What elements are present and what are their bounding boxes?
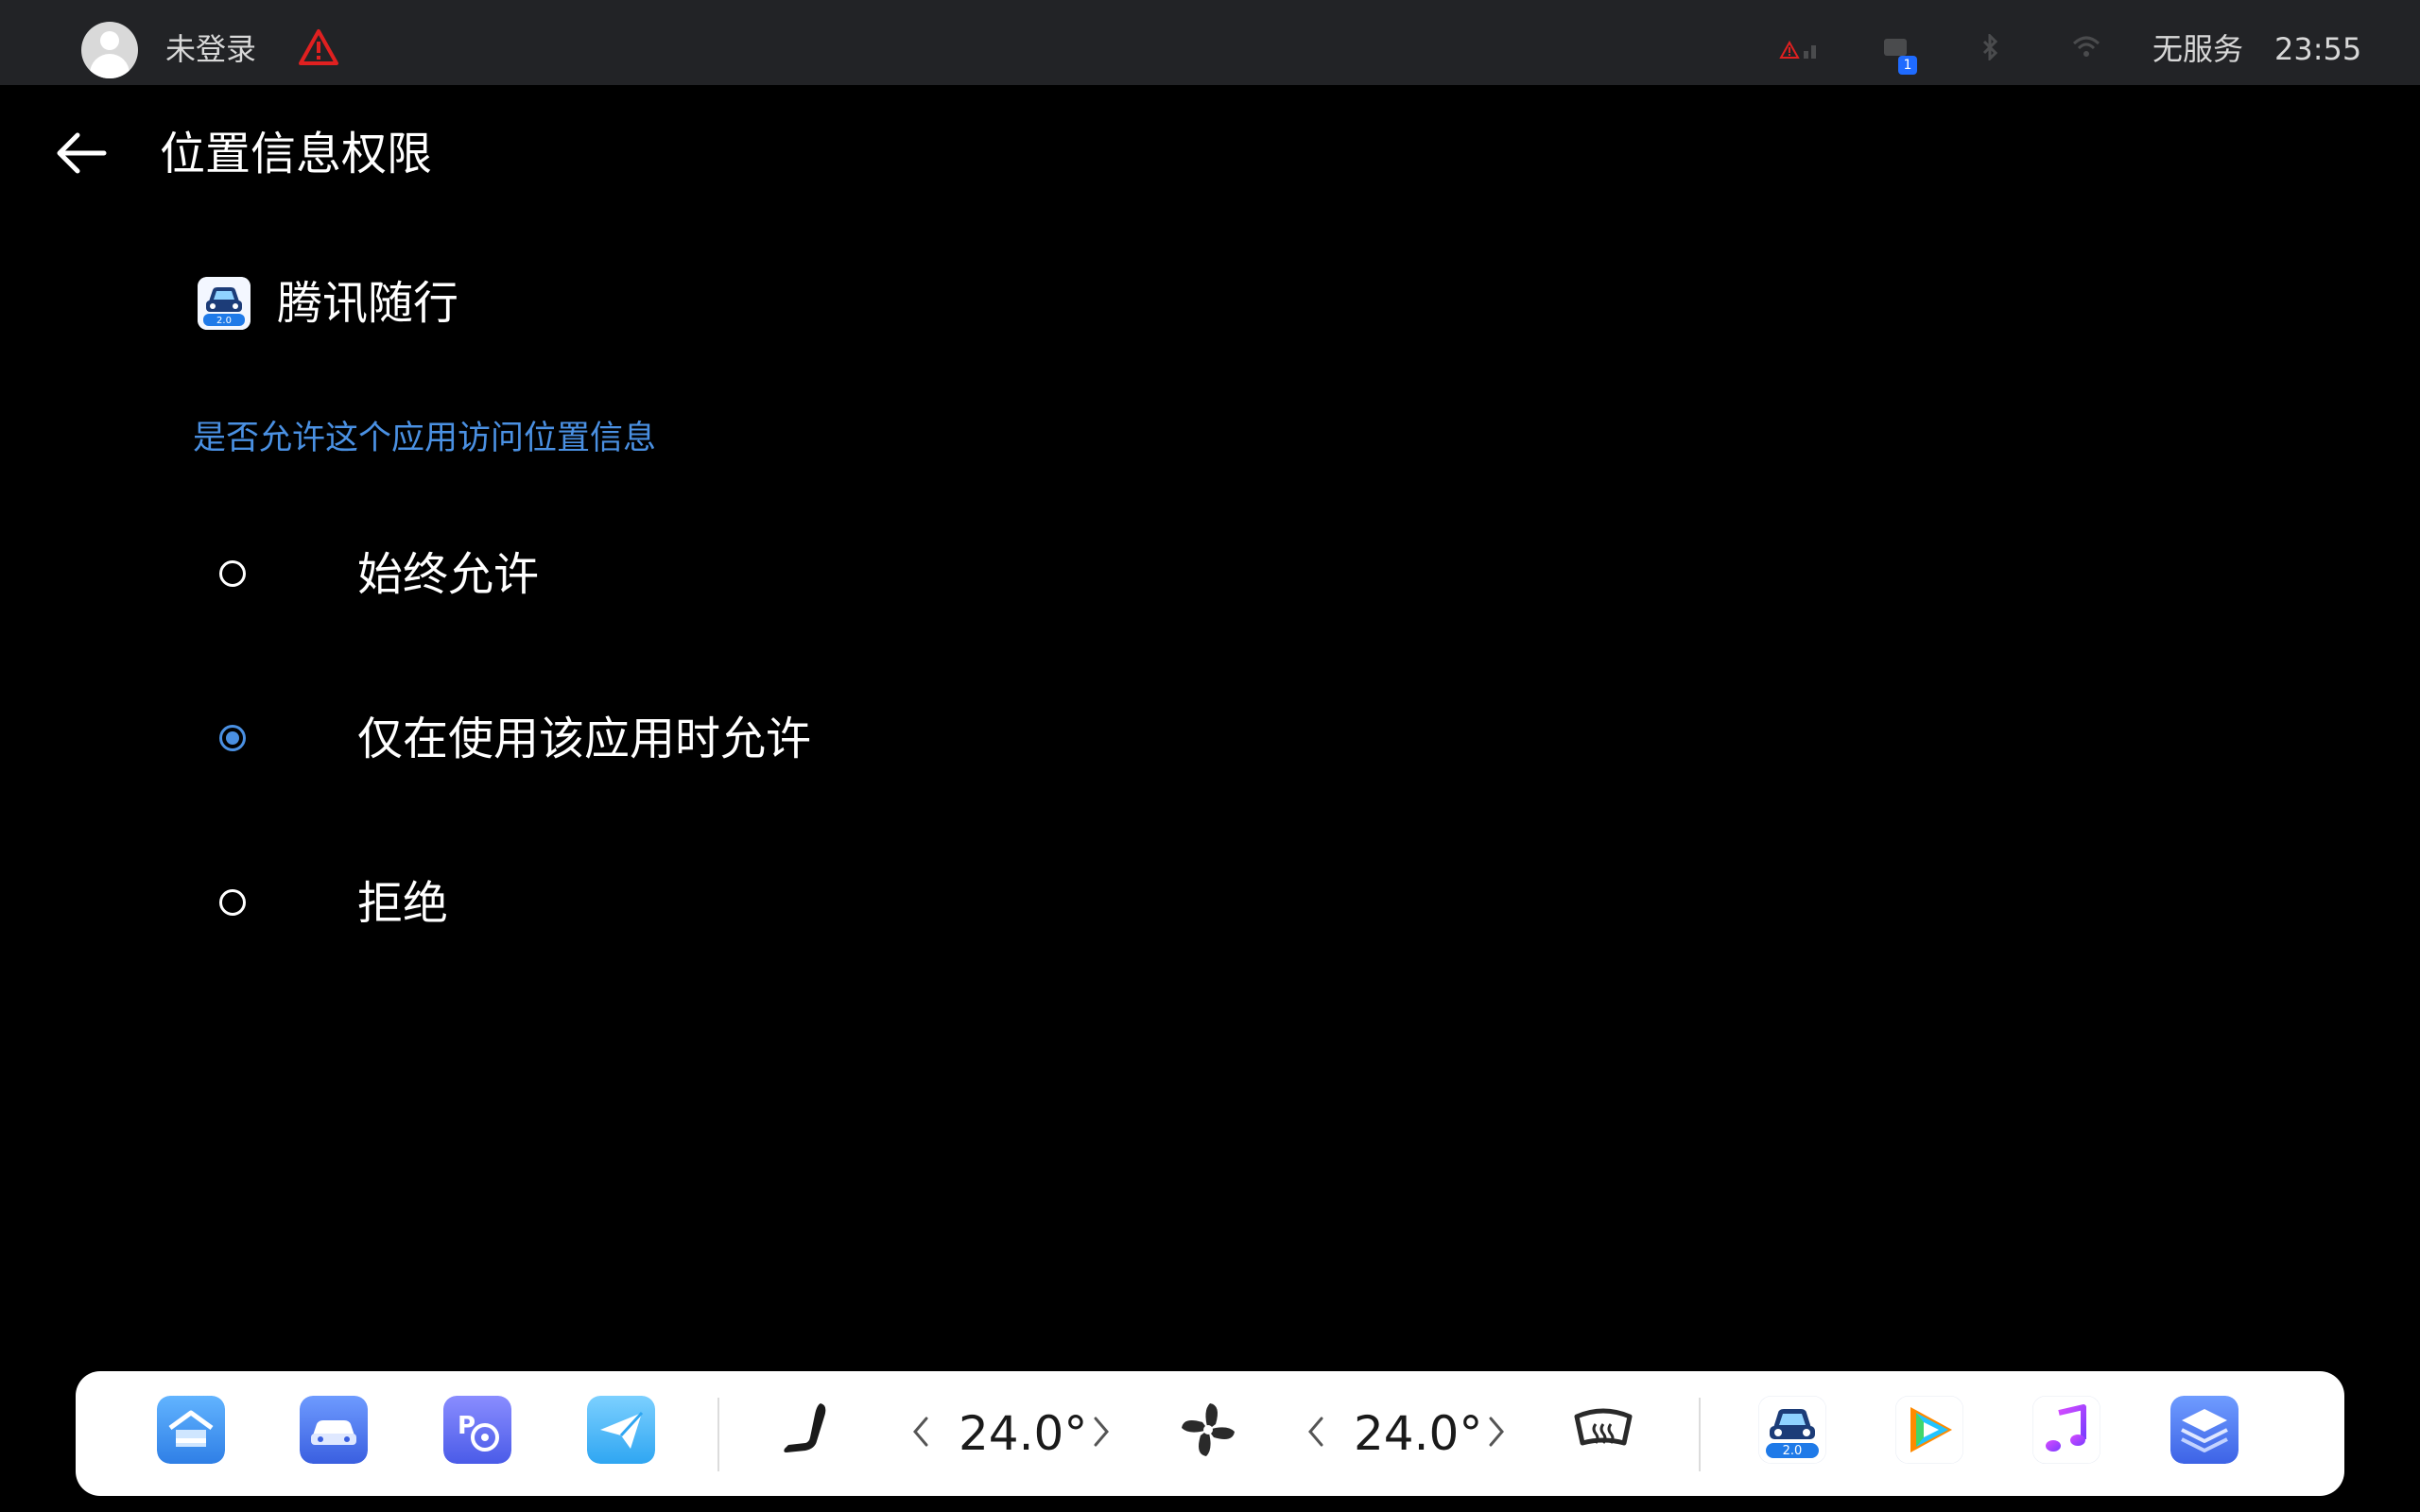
warning-icon[interactable] xyxy=(298,28,339,66)
app-name: 腾讯随行 xyxy=(277,277,459,330)
fan-icon[interactable] xyxy=(1174,1396,1242,1464)
left-temperature: 24.0° xyxy=(959,1406,1088,1461)
right-temp-decrease-icon[interactable] xyxy=(1301,1409,1329,1454)
music-icon[interactable] xyxy=(2032,1396,2100,1464)
left-temp-increase-icon[interactable] xyxy=(1088,1409,1116,1454)
tencent-suixing-dock-icon[interactable]: 2.0 xyxy=(1758,1396,1826,1464)
option-allow-while-using[interactable]: 仅在使用该应用时允许 xyxy=(189,681,1323,795)
option-label: 拒绝 xyxy=(357,877,449,930)
page-title: 位置信息权限 xyxy=(160,128,433,180)
home-icon[interactable] xyxy=(157,1396,225,1464)
parking-assist-icon[interactable]: P xyxy=(443,1396,511,1464)
right-temp-increase-icon[interactable] xyxy=(1483,1409,1512,1454)
radio-allow-while-using[interactable] xyxy=(219,725,246,751)
clock: 23:55 xyxy=(2274,31,2362,67)
tencent-video-icon[interactable] xyxy=(1895,1396,1963,1464)
dock-divider xyxy=(1699,1398,1701,1471)
permission-question: 是否允许这个应用访问位置信息 xyxy=(193,420,657,457)
tencent-suixing-app-icon: 2.0 xyxy=(198,277,251,330)
option-always-allow[interactable]: 始终允许 xyxy=(189,517,1323,630)
back-arrow-icon[interactable] xyxy=(51,123,112,183)
radio-always-allow[interactable] xyxy=(219,560,246,587)
seat-icon[interactable] xyxy=(777,1396,845,1464)
dock: P 24.0° 24.0° 2.0 xyxy=(76,1371,2344,1496)
wifi-icon xyxy=(2072,36,2100,57)
signal-icon xyxy=(1804,45,1816,59)
left-temp-decrease-icon[interactable] xyxy=(906,1409,934,1454)
dock-divider xyxy=(717,1398,719,1471)
avatar-body xyxy=(90,54,130,78)
layers-icon[interactable] xyxy=(2170,1396,2238,1464)
app-icon-version: 2.0 xyxy=(216,316,232,326)
status-bar: 未登录 1 无服务 23:55 xyxy=(0,0,2420,85)
option-deny[interactable]: 拒绝 xyxy=(189,846,1323,959)
option-label: 始终允许 xyxy=(357,548,540,601)
avatar[interactable] xyxy=(81,22,138,78)
small-warning-icon xyxy=(1779,41,1800,59)
login-status[interactable]: 未登录 xyxy=(165,28,256,70)
radio-deny[interactable] xyxy=(219,889,246,916)
navigation-send-icon[interactable] xyxy=(587,1396,655,1464)
car-icon[interactable] xyxy=(300,1396,368,1464)
option-label: 仅在使用该应用时允许 xyxy=(357,713,812,765)
rear-defrost-icon[interactable] xyxy=(1569,1396,1637,1464)
right-temperature: 24.0° xyxy=(1354,1406,1483,1461)
network-status: 无服务 xyxy=(2152,31,2244,67)
dock-app-version: 2.0 xyxy=(1783,1444,1803,1458)
avatar-head xyxy=(100,31,119,50)
notification-badge: 1 xyxy=(1898,56,1917,75)
bluetooth-icon xyxy=(1982,34,1998,60)
